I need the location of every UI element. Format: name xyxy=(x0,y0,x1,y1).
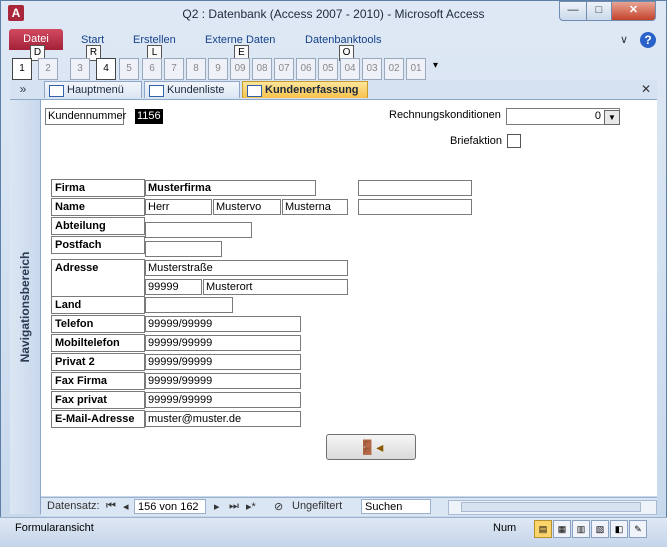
nav-pane-expand-icon[interactable]: » xyxy=(11,81,35,98)
qat-save-button[interactable]: 1 xyxy=(12,58,32,80)
firma-label: Firma xyxy=(51,179,145,197)
privat2-label: Privat 2 xyxy=(51,353,145,371)
close-window-button[interactable]: ✕ xyxy=(611,1,656,21)
name2-field[interactable] xyxy=(358,199,472,215)
qat-button-9[interactable]: 9 xyxy=(208,58,228,80)
anrede-field[interactable]: Herr xyxy=(145,199,212,215)
navigation-pane-label: Navigationsbereich xyxy=(18,251,32,363)
fax-firma-label: Fax Firma xyxy=(51,372,145,390)
form-view-icon[interactable]: ▤ xyxy=(534,520,552,538)
postfach-label: Postfach xyxy=(51,236,145,254)
next-record-icon[interactable]: ▸ xyxy=(214,500,220,513)
last-record-icon[interactable]: ⏭ xyxy=(229,500,239,513)
qat-button-06[interactable]: 06 xyxy=(296,58,316,80)
strasse-field[interactable]: Musterstraße xyxy=(145,260,348,276)
title-bar: A Q2 : Datenbank (Access 2007 - 2010) - … xyxy=(0,0,667,28)
tab-hauptmenue[interactable]: Hauptmenü xyxy=(44,81,142,98)
nachname-field[interactable]: Musterna xyxy=(282,199,348,215)
briefaktion-checkbox[interactable] xyxy=(507,134,521,148)
exit-form-button[interactable]: 🚪◂ xyxy=(326,434,416,460)
plz-field[interactable]: 99999 xyxy=(145,279,202,295)
record-label: Datensatz: xyxy=(47,500,100,512)
tab-kundenliste[interactable]: Kundenliste xyxy=(144,81,240,98)
firma2-field[interactable] xyxy=(358,180,472,196)
firma-field[interactable]: Musterfirma xyxy=(145,180,316,196)
qat-button-09[interactable]: 09 xyxy=(230,58,250,80)
form-icon xyxy=(49,85,64,97)
qat-excel-button[interactable]: 4 xyxy=(96,58,116,80)
tab-kundenliste-label: Kundenliste xyxy=(167,84,225,96)
form-icon xyxy=(149,85,164,97)
kundennummer-label: Kundennummer xyxy=(45,108,126,125)
minimize-button[interactable]: — xyxy=(559,1,587,21)
ort-field[interactable]: Musterort xyxy=(203,279,348,295)
exit-door-icon: 🚪◂ xyxy=(358,439,384,455)
filter-icon[interactable]: ⊘ xyxy=(274,500,283,513)
qat-button-6[interactable]: 6 xyxy=(142,58,162,80)
adresse-label: Adresse xyxy=(51,259,145,297)
mobiltelefon-label: Mobiltelefon xyxy=(51,334,145,352)
rechnungskonditionen-label: Rechnungskonditionen xyxy=(389,109,501,121)
qat-button-04[interactable]: 04 xyxy=(340,58,360,80)
vorname-field[interactable]: Mustervo xyxy=(213,199,281,215)
fax-firma-field[interactable]: 99999/99999 xyxy=(145,373,301,389)
tab-hauptmenue-label: Hauptmenü xyxy=(67,84,124,96)
tab-kundenerfassung-label: Kundenerfassung xyxy=(265,84,359,96)
kundennummer-field[interactable]: 1156 xyxy=(135,109,163,124)
qat-redo-button[interactable]: 3 xyxy=(70,58,90,80)
qat-customize-dropdown-icon[interactable]: ▾ xyxy=(433,60,438,71)
qat-button-05[interactable]: 05 xyxy=(318,58,338,80)
help-icon[interactable]: ? xyxy=(640,32,656,48)
qat-button-07[interactable]: 07 xyxy=(274,58,294,80)
briefaktion-label: Briefaktion xyxy=(450,135,502,147)
maximize-button[interactable]: □ xyxy=(586,1,612,21)
fax-privat-label: Fax privat xyxy=(51,391,145,409)
form-icon xyxy=(247,85,262,97)
qat-button-5[interactable]: 5 xyxy=(119,58,139,80)
abteilung-field[interactable] xyxy=(145,222,252,238)
chart-view-icon[interactable]: ◧ xyxy=(610,520,628,538)
qat-button-8[interactable]: 8 xyxy=(186,58,206,80)
postfach-field[interactable] xyxy=(145,241,222,257)
land-label: Land xyxy=(51,296,145,314)
filter-status[interactable]: Ungefiltert xyxy=(292,500,342,512)
qat-button-01[interactable]: 01 xyxy=(406,58,426,80)
search-input[interactable]: Suchen xyxy=(361,499,431,514)
design-view-icon[interactable]: ✎ xyxy=(629,520,647,538)
abteilung-label: Abteilung xyxy=(51,217,145,235)
qat-button-02[interactable]: 02 xyxy=(384,58,404,80)
layout-view-icon[interactable]: ▥ xyxy=(572,520,590,538)
qat-button-08[interactable]: 08 xyxy=(252,58,272,80)
land-field[interactable] xyxy=(145,297,233,313)
mobiltelefon-field[interactable]: 99999/99999 xyxy=(145,335,301,351)
tab-kundenerfassung[interactable]: Kundenerfassung xyxy=(242,81,368,98)
qat-undo-button[interactable]: 2 xyxy=(38,58,58,80)
close-document-icon[interactable]: ✕ xyxy=(641,82,651,96)
email-field[interactable]: muster@muster.de xyxy=(145,411,301,427)
fax-privat-field[interactable]: 99999/99999 xyxy=(145,392,301,408)
datasheet-view-icon[interactable]: ▦ xyxy=(553,520,571,538)
rechnungskonditionen-combobox[interactable]: 0 xyxy=(506,108,620,125)
qat-button-03[interactable]: 03 xyxy=(362,58,382,80)
telefon-field[interactable]: 99999/99999 xyxy=(145,316,301,332)
first-record-icon[interactable]: ⏮ xyxy=(106,500,116,513)
scrollbar-thumb[interactable] xyxy=(461,502,641,512)
privat2-field[interactable]: 99999/99999 xyxy=(145,354,301,370)
telefon-label: Telefon xyxy=(51,315,145,333)
qat-button-7[interactable]: 7 xyxy=(164,58,184,80)
email-label: E-Mail-Adresse xyxy=(51,410,145,428)
pivot-view-icon[interactable]: ▧ xyxy=(591,520,609,538)
current-record-field[interactable]: 156 von 162 xyxy=(134,499,206,514)
num-lock-indicator: Num xyxy=(493,522,517,534)
chevron-down-icon[interactable]: ▼ xyxy=(604,110,620,125)
previous-record-icon[interactable]: ◂ xyxy=(123,500,129,513)
horizontal-scrollbar[interactable] xyxy=(448,500,657,515)
ribbon-collapse-icon[interactable]: ∨ xyxy=(620,33,628,46)
view-status-text: Formularansicht xyxy=(15,522,94,534)
name-label: Name xyxy=(51,198,145,216)
new-record-icon[interactable]: ▸* xyxy=(246,500,256,513)
